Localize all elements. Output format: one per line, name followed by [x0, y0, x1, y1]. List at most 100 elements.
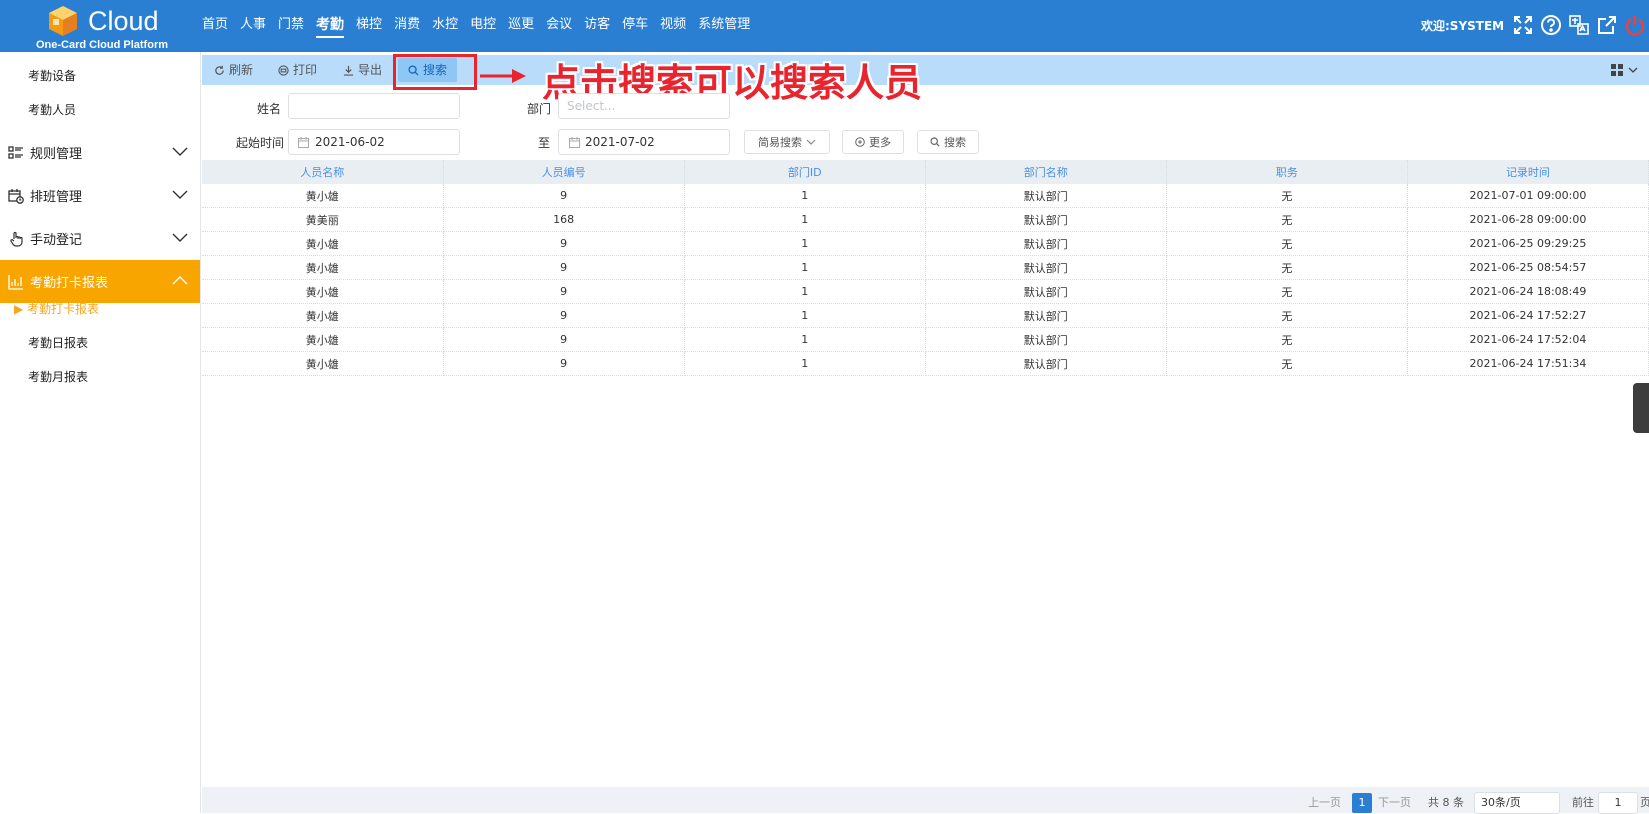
translate-icon[interactable]	[1568, 14, 1590, 36]
table-row[interactable]: 黄小雄 9 1 默认部门无 2021-06-24 17:51:34	[202, 351, 1649, 376]
cell-record-time: 2021-06-25 09:29:25	[1407, 231, 1649, 256]
cell-name: 黄小雄	[202, 351, 444, 376]
end-date-input[interactable]: 2021-07-02	[558, 129, 730, 155]
sidebar-group-label: 规则管理	[30, 147, 83, 162]
table-row[interactable]: 黄小雄 9 1 默认部门无 2021-06-24 17:52:04	[202, 327, 1649, 352]
sidebar-item-daily-report[interactable]: 考勤日报表	[28, 334, 88, 351]
export-label: 导出	[358, 63, 383, 77]
table-row[interactable]: 黄小雄 9 1 默认部门无 2021-07-01 09:00:00	[202, 184, 1649, 208]
search-mode-select[interactable]: 简易搜索	[744, 130, 830, 154]
sidebar-group-manual-entry[interactable]: 手动登记	[0, 217, 200, 260]
sidebar-group-label: 手动登记	[30, 233, 83, 248]
refresh-label: 刷新	[229, 63, 254, 77]
nav-item-meeting[interactable]: 会议	[540, 0, 578, 52]
cell-record-time: 2021-06-25 08:54:57	[1407, 255, 1649, 280]
external-link-icon[interactable]	[1596, 14, 1618, 36]
search-button[interactable]: 搜索	[917, 130, 979, 154]
next-page-button[interactable]: 下一页	[1378, 793, 1411, 813]
table-row[interactable]: 黄小雄 9 1 默认部门无 2021-06-24 17:52:27	[202, 303, 1649, 328]
sidebar-group-shifts[interactable]: 排班管理	[0, 174, 200, 217]
nav-item-hr[interactable]: 人事	[234, 0, 272, 52]
column-header-dept-id[interactable]: 部门ID	[684, 160, 926, 184]
cell-record-time: 2021-06-24 17:52:04	[1407, 327, 1649, 352]
fullscreen-icon[interactable]	[1512, 14, 1534, 36]
cell-dept-name: 默认部门	[925, 327, 1167, 352]
table-header-row: 人员名称 人员编号 部门ID 部门名称 职务 记录时间	[202, 160, 1649, 184]
cell-name: 黄小雄	[202, 327, 444, 352]
cell-dept-name: 默认部门	[925, 207, 1167, 232]
nav-item-video[interactable]: 视频	[654, 0, 692, 52]
cell-name: 黄小雄	[202, 279, 444, 304]
list-icon	[8, 145, 23, 159]
nav-item-access[interactable]: 门禁	[272, 0, 310, 52]
cell-id: 9	[443, 279, 685, 304]
sidebar-item-attendance-device[interactable]: 考勤设备	[28, 67, 76, 84]
table-row[interactable]: 黄小雄 9 1 默认部门无 2021-06-25 08:54:57	[202, 255, 1649, 280]
refresh-button[interactable]: 刷新	[214, 55, 253, 85]
cell-dept-id: 1	[684, 255, 926, 280]
nav-item-system[interactable]: 系统管理	[692, 0, 756, 52]
sidebar-item-monthly-report[interactable]: 考勤月报表	[28, 368, 88, 385]
prev-page-button[interactable]: 上一页	[1308, 793, 1341, 813]
nav-item-power[interactable]: 电控	[464, 0, 502, 52]
welcome-text: 欢迎:SYSTEM	[1421, 19, 1505, 33]
chevron-up-icon	[172, 276, 188, 285]
nav-item-parking[interactable]: 停车	[616, 0, 654, 52]
page-number-button[interactable]: 1	[1352, 793, 1372, 813]
column-header-record-time[interactable]: 记录时间	[1407, 160, 1649, 184]
nav-item-water[interactable]: 水控	[426, 0, 464, 52]
column-header-position[interactable]: 职务	[1166, 160, 1408, 184]
more-label: 更多	[869, 136, 891, 149]
grid-view-icon[interactable]	[1611, 64, 1623, 76]
print-button[interactable]: 打印	[278, 55, 317, 85]
nav-item-elevator[interactable]: 梯控	[350, 0, 388, 52]
calendar-icon	[298, 137, 309, 148]
print-label: 打印	[293, 63, 318, 77]
nav-item-visitor[interactable]: 访客	[578, 0, 616, 52]
sidebar-group-punch-report[interactable]: 考勤打卡报表	[0, 260, 200, 303]
column-header-name[interactable]: 人员名称	[202, 160, 444, 184]
cell-position: 无	[1166, 207, 1408, 232]
column-header-id[interactable]: 人员编号	[443, 160, 685, 184]
chevron-down-icon	[172, 233, 188, 242]
sidebar-group-rules[interactable]: 规则管理	[0, 131, 200, 174]
sidebar-item-punch-report[interactable]: ▶ 考勤打卡报表	[14, 300, 99, 317]
cell-record-time: 2021-06-24 17:52:27	[1407, 303, 1649, 328]
page-size-select[interactable]: 30条/页	[1474, 792, 1560, 814]
cell-dept-id: 1	[684, 184, 926, 208]
help-icon[interactable]	[1540, 14, 1562, 36]
cell-position: 无	[1166, 303, 1408, 328]
name-input[interactable]	[288, 93, 460, 119]
refresh-icon	[215, 65, 224, 75]
department-placeholder: Select...	[567, 99, 616, 113]
cell-name: 黄小雄	[202, 303, 444, 328]
nav-item-home[interactable]: 首页	[196, 0, 234, 52]
cell-name: 黄小雄	[202, 231, 444, 256]
nav-item-consumption[interactable]: 消费	[388, 0, 426, 52]
start-time-label: 起始时间	[236, 136, 285, 150]
nav-item-attendance[interactable]: 考勤	[310, 0, 350, 52]
side-drawer-toggle[interactable]	[1633, 383, 1649, 433]
to-label: 至	[538, 136, 551, 150]
table-row[interactable]: 黄小雄 9 1 默认部门无 2021-06-24 18:08:49	[202, 279, 1649, 304]
chevron-down-icon[interactable]	[1628, 66, 1638, 74]
sidebar: 考勤设备 考勤人员 规则管理 排班管理 手动登记 考勤打卡报表 ▶ 考勤打卡报表…	[0, 52, 201, 813]
table-row[interactable]: 黄美丽 168 1 默认部门无 2021-06-28 09:00:00	[202, 207, 1649, 232]
logo[interactable]: Cloud One-Card Cloud Platform	[28, 2, 168, 52]
power-icon[interactable]	[1624, 14, 1646, 36]
start-date-input[interactable]: 2021-06-02	[288, 129, 460, 155]
export-button[interactable]: 导出	[343, 55, 382, 85]
cell-id: 9	[443, 351, 685, 376]
cell-dept-id: 1	[684, 207, 926, 232]
sidebar-item-attendance-staff[interactable]: 考勤人员	[28, 101, 76, 118]
cell-position: 无	[1166, 231, 1408, 256]
table-row[interactable]: 黄小雄 9 1 默认部门无 2021-06-25 09:29:25	[202, 231, 1649, 256]
nav-item-patrol[interactable]: 巡更	[502, 0, 540, 52]
more-button[interactable]: 更多	[842, 130, 904, 154]
calendar-icon	[569, 137, 580, 148]
print-icon	[278, 64, 289, 76]
goto-page-input[interactable]: 1	[1598, 792, 1638, 814]
records-table: 人员名称 人员编号 部门ID 部门名称 职务 记录时间 黄小雄 9 1 默认部门无 20…	[202, 160, 1649, 376]
column-header-dept-name[interactable]: 部门名称	[925, 160, 1167, 184]
department-select[interactable]: Select...	[558, 93, 730, 119]
